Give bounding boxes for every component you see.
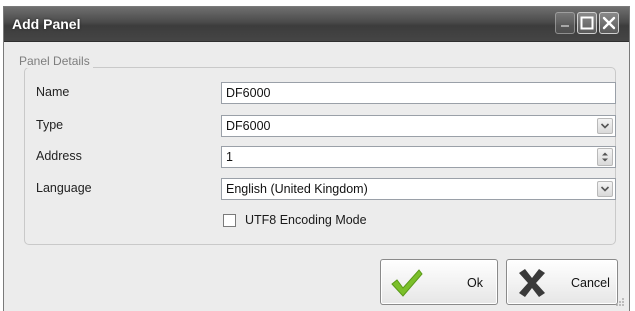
- utf8-label: UTF8 Encoding Mode: [245, 213, 367, 227]
- close-icon: [602, 16, 616, 30]
- close-button[interactable]: [599, 12, 619, 34]
- cancel-button[interactable]: Cancel: [506, 259, 618, 305]
- address-label: Address: [36, 149, 82, 163]
- minimize-icon: [561, 25, 569, 27]
- address-stepper[interactable]: 1: [221, 146, 616, 168]
- maximize-button[interactable]: [577, 12, 597, 34]
- checkmark-icon: [391, 269, 423, 297]
- add-panel-dialog: Add Panel Panel Details Name DF6000 Type…: [3, 6, 630, 311]
- language-label: Language: [36, 181, 92, 195]
- minimize-button[interactable]: [555, 12, 575, 34]
- type-label: Type: [36, 118, 64, 132]
- cancel-label: Cancel: [571, 276, 610, 290]
- chevron-down-icon: [600, 123, 610, 129]
- title-bar[interactable]: Add Panel: [4, 7, 629, 42]
- name-value: DF6000: [226, 86, 271, 100]
- panel-details-legend: Panel Details: [16, 54, 93, 68]
- address-spin-buttons[interactable]: [597, 148, 613, 166]
- type-dropdown-button[interactable]: [597, 118, 613, 134]
- language-dropdown-button[interactable]: [597, 181, 613, 197]
- ok-button[interactable]: Ok: [380, 259, 498, 305]
- address-value: 1: [226, 150, 233, 164]
- spin-arrows-icon: [602, 152, 608, 162]
- resize-grip-icon[interactable]: [615, 297, 625, 307]
- type-select[interactable]: DF6000: [221, 115, 616, 137]
- ok-label: Ok: [467, 276, 483, 290]
- type-value: DF6000: [226, 119, 271, 133]
- language-select[interactable]: English (United Kingdom): [221, 178, 616, 200]
- x-icon: [519, 269, 545, 297]
- utf8-checkbox[interactable]: [223, 214, 236, 227]
- window-title: Add Panel: [12, 16, 81, 32]
- name-input[interactable]: DF6000: [221, 82, 616, 104]
- maximize-icon: [580, 16, 594, 30]
- language-value: English (United Kingdom): [226, 182, 368, 196]
- name-label: Name: [36, 85, 70, 99]
- chevron-down-icon: [600, 186, 610, 192]
